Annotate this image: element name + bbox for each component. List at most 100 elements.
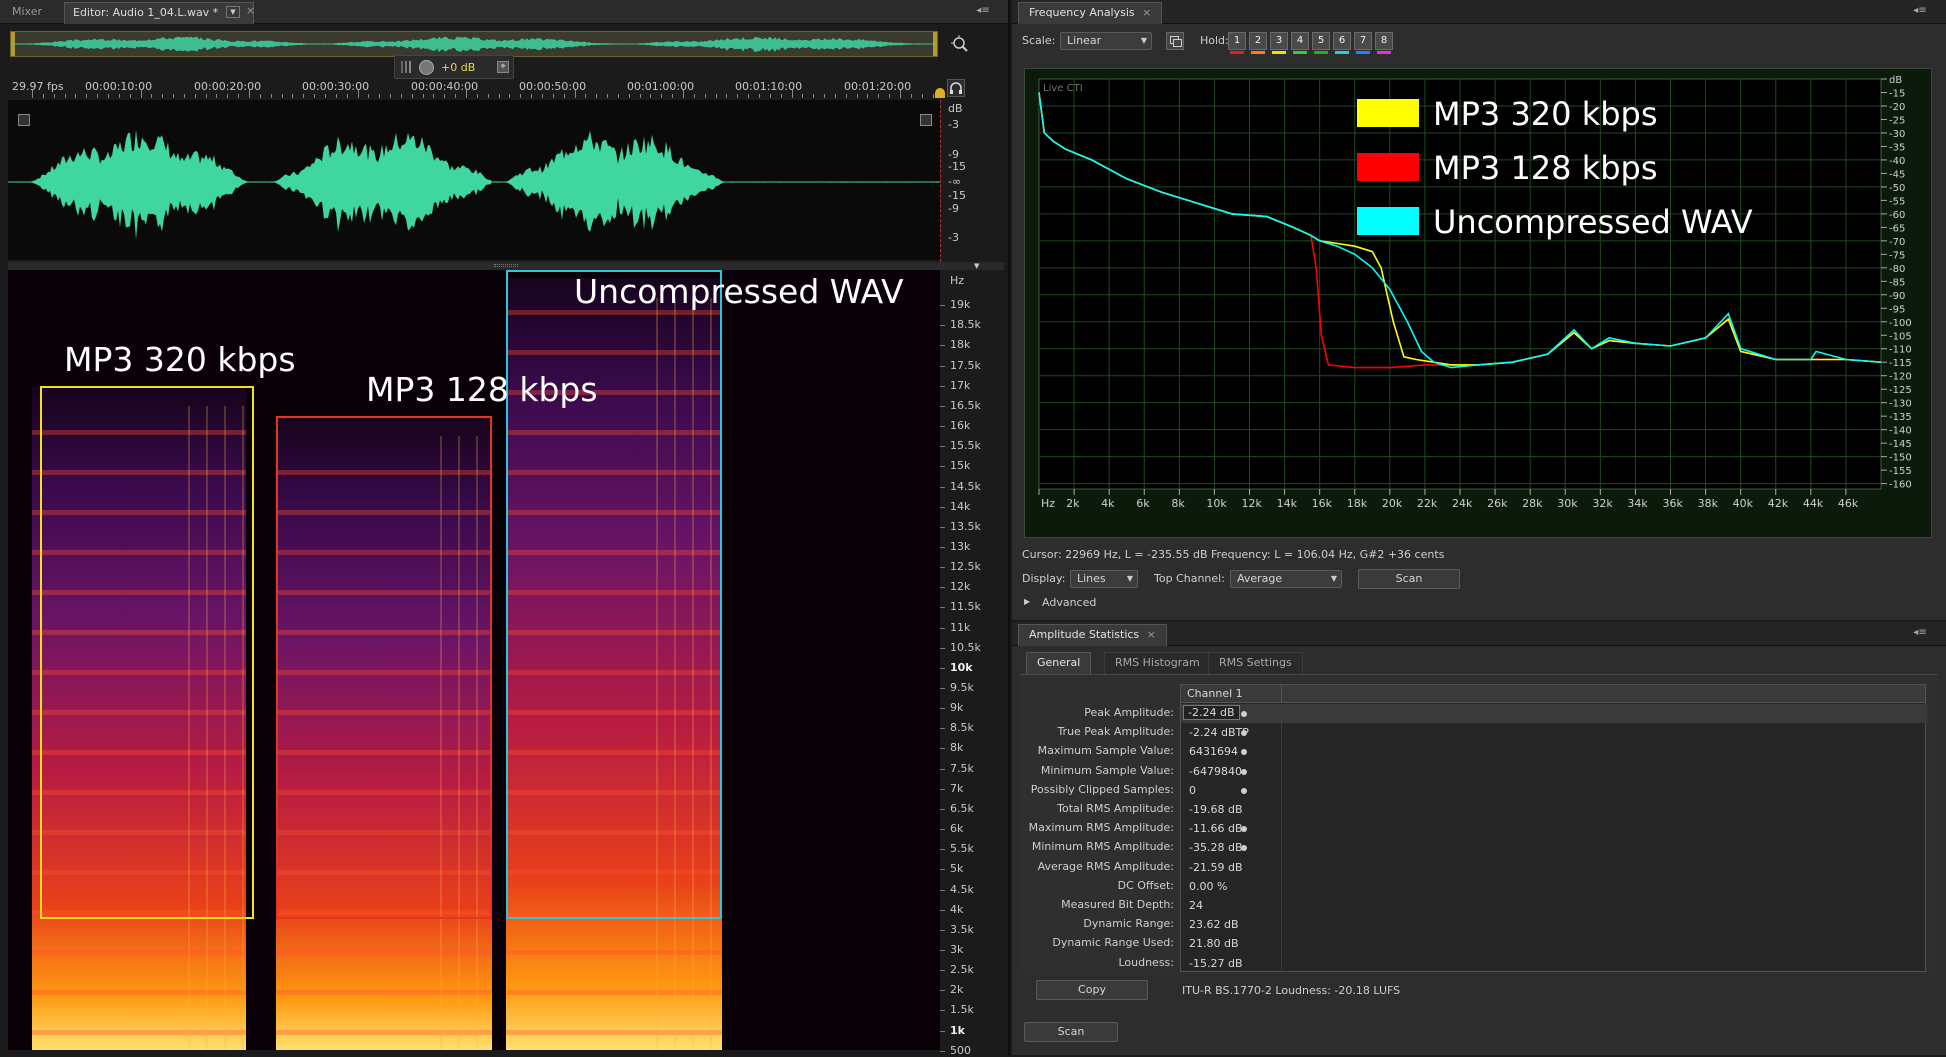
view-splitter[interactable]: ▼ (8, 262, 1004, 270)
display-value: Lines (1077, 572, 1106, 585)
stats-value[interactable]: -2.24 dBTP (1189, 726, 1249, 739)
legend-swatch (1357, 99, 1419, 127)
close-panel-icon[interactable]: × (1142, 6, 1151, 19)
stats-value[interactable]: 6431694 (1189, 745, 1238, 758)
y-tick-label: -40 (1889, 156, 1905, 167)
hold-button-3[interactable]: 3 (1270, 32, 1288, 54)
expand-advanced-icon[interactable]: ▶ (1024, 597, 1030, 606)
hold-button-4[interactable]: 4 (1291, 32, 1309, 54)
timeline-tick (314, 94, 316, 98)
y-tick-label: -155 (1889, 466, 1912, 477)
frequency-tick: 3k (950, 942, 964, 956)
headphones-icon[interactable] (947, 79, 965, 97)
hold-button-7[interactable]: 7 (1354, 32, 1372, 54)
stats-label: Average RMS Amplitude: (1037, 859, 1174, 873)
volume-value[interactable]: +0 dB (441, 61, 475, 74)
hold-button-2[interactable]: 2 (1249, 32, 1267, 54)
hold-button-8[interactable]: 8 (1375, 32, 1393, 54)
timeline-tick (205, 94, 207, 98)
fps-label: 29.97 fps (12, 80, 64, 93)
tab-rms-settings[interactable]: RMS Settings (1208, 652, 1303, 674)
timeline-tick (596, 94, 598, 98)
stats-table: Channel 1 -2.24 dB -2.24 dBTP 6431694 -6479… (1180, 684, 1927, 973)
zoom-icon[interactable] (950, 34, 970, 54)
stats-value[interactable]: -6479840 (1189, 765, 1242, 778)
waveform-display[interactable] (8, 100, 940, 260)
top-channel-dropdown[interactable]: Average ▼ (1230, 570, 1342, 588)
stats-value[interactable]: -21.59 dB (1189, 861, 1243, 874)
hold-button-6[interactable]: 6 (1333, 32, 1351, 54)
goto-marker-icon[interactable] (1241, 768, 1247, 775)
tab-frequency-analysis[interactable]: Frequency Analysis × (1018, 2, 1163, 24)
tab-rms-histogram[interactable]: RMS Histogram (1104, 652, 1211, 674)
frequency-tick-mark (940, 889, 945, 891)
stats-value[interactable]: -35.28 dB (1189, 841, 1243, 854)
frequency-tick: 16.5k (950, 398, 981, 412)
scale-dropdown[interactable]: Linear ▼ (1060, 32, 1152, 50)
pin-icon[interactable]: ⌖ (497, 61, 509, 73)
volume-knob-icon[interactable] (419, 60, 434, 75)
stats-value[interactable]: -2.24 dB (1183, 705, 1240, 720)
frequency-tick: 4.5k (950, 882, 974, 896)
stats-value[interactable]: -11.66 dB (1189, 822, 1243, 835)
playhead-marker-icon[interactable] (935, 88, 945, 98)
goto-marker-icon[interactable] (1241, 749, 1247, 756)
tab-mixer[interactable]: Mixer (4, 2, 50, 24)
spectral-display[interactable]: MP3 320 kbps MP3 128 kbps Uncompressed W… (8, 270, 940, 1050)
frequency-plot[interactable]: Hz 2k 4k 6k 8k 10k 12k 14k 16k 18k 20k 22k 24k 26k 28k… (1024, 68, 1932, 538)
timeline-tick (520, 94, 522, 98)
frequency-tick: 15.5k (950, 439, 981, 453)
stats-value[interactable]: 0 (1189, 784, 1196, 797)
timeline-tick (53, 94, 55, 98)
goto-marker-icon[interactable] (1241, 787, 1247, 794)
hold-button-1[interactable]: 1 (1228, 32, 1246, 54)
goto-marker-icon[interactable] (1241, 826, 1247, 833)
advanced-toggle[interactable]: Advanced (1042, 596, 1096, 609)
timeline-tick (900, 90, 901, 98)
close-tab-icon[interactable]: × (246, 4, 255, 17)
panel-menu-icon[interactable]: ◂≡ (975, 5, 991, 17)
tab-amplitude-statistics[interactable]: Amplitude Statistics × (1018, 624, 1167, 646)
volume-hud[interactable]: +0 dB ⌖ (394, 55, 514, 79)
hold-button-5[interactable]: 5 (1312, 32, 1330, 54)
timeline-tick (617, 94, 619, 98)
fa-scan-button[interactable]: Scan (1358, 569, 1460, 589)
panel-menu-icon[interactable]: ◂≡ (1912, 627, 1928, 639)
copy-button[interactable]: Copy (1036, 980, 1148, 1000)
collapse-icon[interactable] (920, 114, 932, 126)
db-tick: -3 (948, 231, 959, 244)
tab-general[interactable]: General (1026, 652, 1092, 674)
y-tick-label: -140 (1889, 426, 1912, 437)
snapshot-icon[interactable] (1166, 32, 1184, 50)
goto-marker-icon[interactable] (1241, 711, 1247, 717)
stats-value[interactable]: -19.68 dB (1189, 803, 1243, 816)
stats-label: Dynamic Range: (1083, 917, 1174, 931)
expand-icon[interactable] (18, 114, 30, 126)
close-panel-icon[interactable]: × (1147, 628, 1156, 641)
y-tick-label: -110 (1889, 345, 1912, 356)
dropdown-arrow-icon: ▼ (1126, 574, 1133, 583)
overview-bar[interactable] (10, 31, 938, 57)
as-scan-button[interactable]: Scan (1024, 1022, 1118, 1042)
hold-button-label: 1 (1233, 35, 1241, 46)
stats-row: 6431694 (1181, 742, 1927, 762)
editor-tab-bar: Mixer Editor: Audio 1_04.L.wav * ▼ × ◂≡ (0, 0, 1008, 24)
timeline-ruler[interactable]: 29.97 fps 00:00:10:00 00:00:20:00 00:00:… (8, 78, 948, 98)
stats-value[interactable]: 24 (1189, 899, 1203, 912)
frequency-tick-mark (940, 990, 945, 992)
timeline-tick (346, 94, 348, 98)
stats-value[interactable]: -15.27 dB (1189, 957, 1243, 970)
dropdown-arrow-icon: ▼ (1140, 36, 1147, 45)
splitter-arrow-icon[interactable]: ▼ (974, 262, 979, 270)
goto-marker-icon[interactable] (1241, 845, 1247, 852)
panel-menu-icon[interactable]: ◂≡ (1912, 5, 1928, 17)
frequency-tick-mark (940, 385, 945, 387)
stats-value[interactable]: 23.62 dB (1189, 918, 1239, 931)
scale-value: Linear (1067, 34, 1102, 47)
file-dropdown-button[interactable]: ▼ (226, 6, 240, 18)
y-tick-label: -25 (1889, 115, 1905, 126)
stats-value[interactable]: 0.00 % (1189, 880, 1227, 893)
stats-value[interactable]: 21.80 dB (1189, 937, 1239, 950)
frequency-tick: 7.5k (950, 761, 974, 775)
display-dropdown[interactable]: Lines ▼ (1070, 570, 1138, 588)
